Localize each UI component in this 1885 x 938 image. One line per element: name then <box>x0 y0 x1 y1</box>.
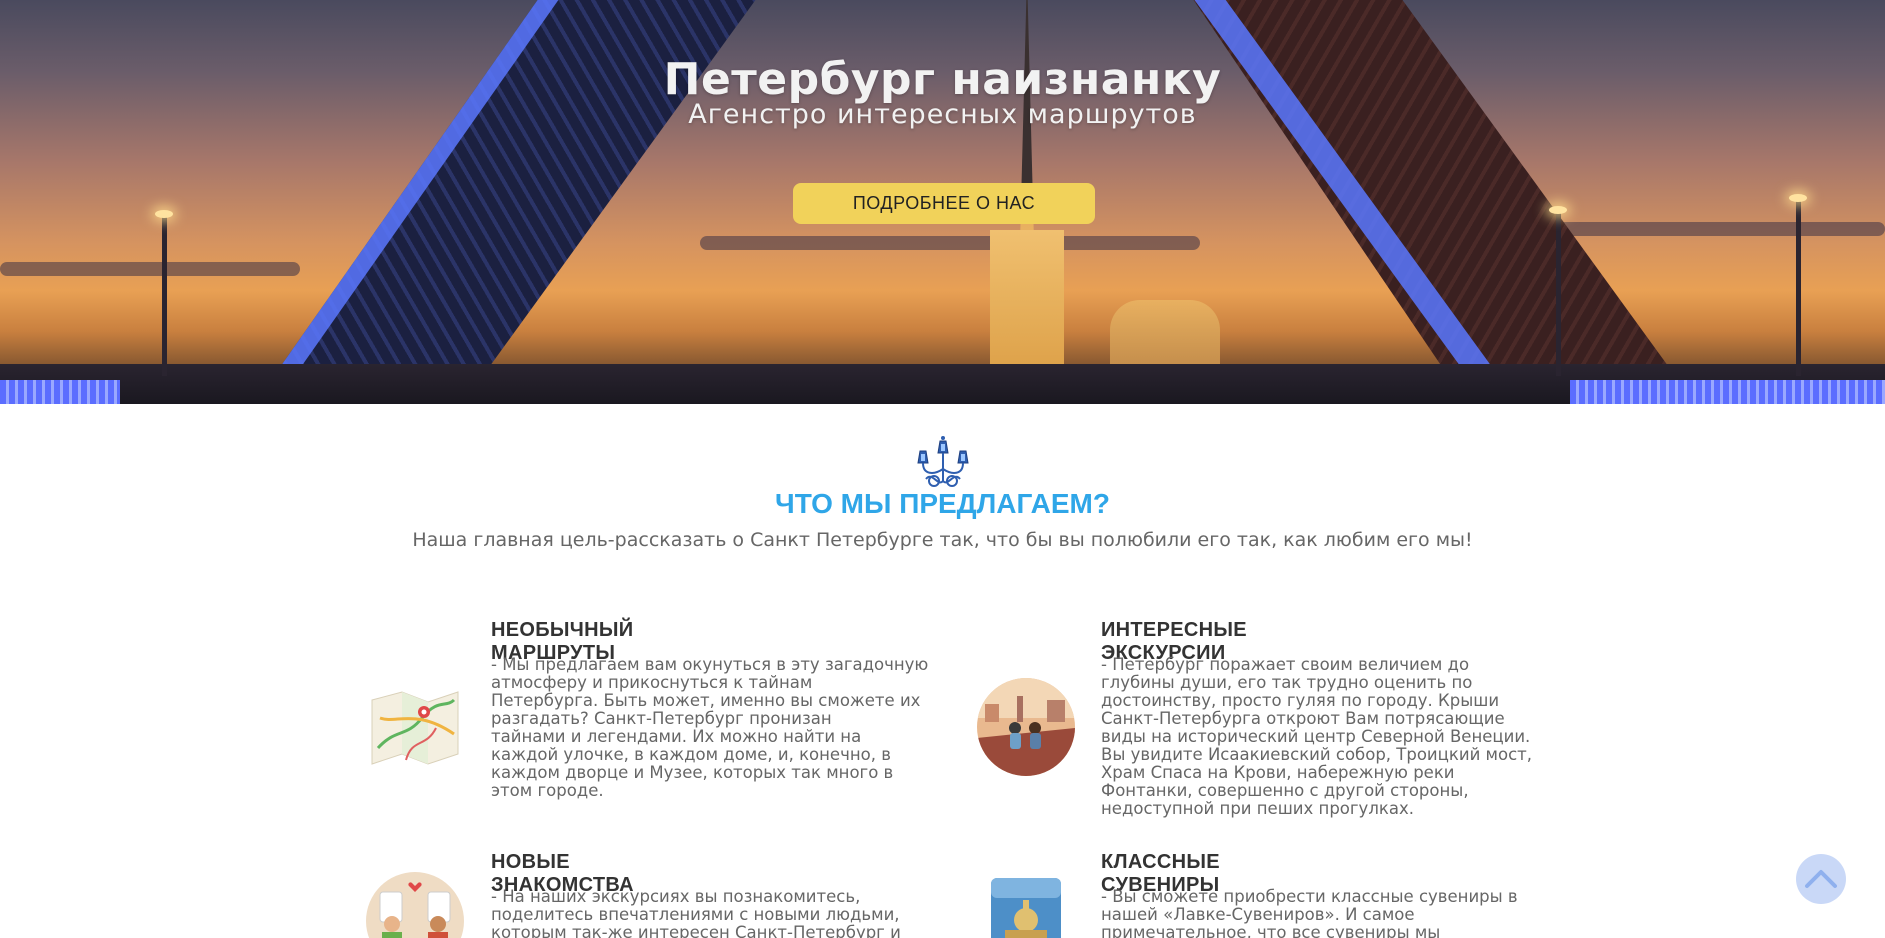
card-text: - На наших экскурсиях вы познакомитесь, … <box>491 887 901 938</box>
scroll-top-button[interactable] <box>1796 854 1846 904</box>
rooftop-icon <box>977 678 1075 776</box>
hero-title: Петербург наизнанку <box>663 54 1222 105</box>
street-lamp <box>1549 206 1567 376</box>
card-text: - Вы сможете приобрести классные сувенир… <box>1101 887 1518 938</box>
people-chat-icon <box>366 872 464 938</box>
chevron-up-icon <box>1804 867 1838 892</box>
hero-subtitle: Агенстро интересных маршрутов <box>688 99 1197 130</box>
hero-banner: Петербург наизнанку Агенстро интересных … <box>0 0 1885 404</box>
card-text: - Мы предлагаем вам окунуться в эту зага… <box>491 655 929 800</box>
section-subtitle: Наша главная цель-рассказать о Санкт Пет… <box>412 529 1473 551</box>
section-title: ЧТО МЫ ПРЕДЛАГАЕМ? <box>775 488 1110 519</box>
souvenir-mug-icon <box>987 872 1065 938</box>
street-lamp <box>155 210 173 376</box>
card-text: - Петербург поражает своим величием до г… <box>1101 655 1533 818</box>
about-us-button[interactable]: ПОДРОБНЕЕ О НАС <box>793 183 1095 224</box>
lantern-ornament-icon <box>912 435 974 491</box>
map-icon <box>366 678 464 776</box>
street-lamp <box>1789 194 1807 376</box>
